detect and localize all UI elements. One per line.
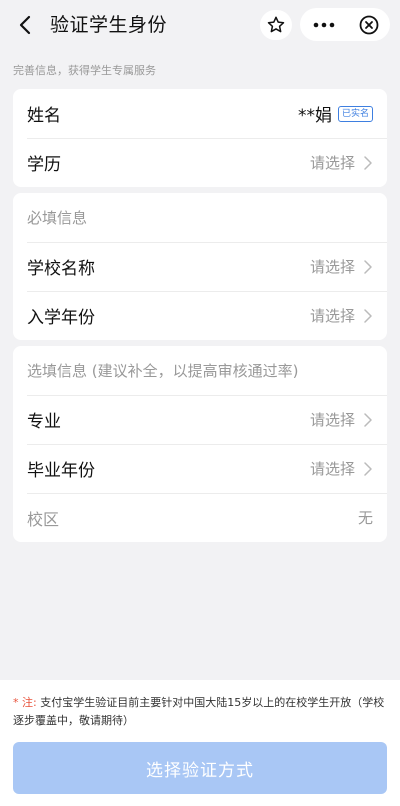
close-circle-icon [359,15,379,34]
chevron-right-icon [364,412,372,427]
notice-text: * 注: 支付宝学生验证目前主要针对中国大陆15岁以上的在校学生开放（学校逐步覆… [13,694,387,730]
close-button[interactable] [348,8,390,41]
education-label: 学历 [27,155,61,175]
required-section-header: 必填信息 [13,193,387,242]
grad-year-label: 毕业年份 [27,461,95,481]
name-value: **娟 [297,106,332,126]
optional-section-title: 选填信息 (建议补全，以提高审核通过率) [27,362,299,380]
enroll-year-row[interactable]: 入学年份 请选择 [13,291,387,340]
grad-year-row[interactable]: 毕业年份 请选择 [13,444,387,493]
name-label: 姓名 [27,106,61,126]
verified-badge: 已实名 [337,105,373,122]
school-label: 学校名称 [27,259,95,279]
chevron-right-icon [364,259,372,274]
major-label: 专业 [27,412,61,432]
notice-star: * 注: [13,696,37,709]
page-title: 验证学生身份 [50,14,168,36]
name-row: 姓名 **娟 已实名 [13,89,387,138]
star-icon [267,16,285,33]
grad-year-placeholder: 请选择 [309,460,355,478]
optional-section-header: 选填信息 (建议补全，以提高审核通过率) [13,346,387,395]
mini-program-capsule [300,8,390,41]
select-verification-button[interactable]: 选择验证方式 [13,742,387,794]
bottom-panel: * 注: 支付宝学生验证目前主要针对中国大陆15岁以上的在校学生开放（学校逐步覆… [0,680,400,806]
more-dots-icon [313,22,335,27]
optional-info-card: 选填信息 (建议补全，以提高审核通过率) 专业 请选择 毕业年份 请选择 校区 … [13,346,387,542]
major-row[interactable]: 专业 请选择 [13,395,387,444]
enroll-year-label: 入学年份 [27,308,95,328]
required-info-card: 必填信息 学校名称 请选择 入学年份 请选择 [13,193,387,340]
enroll-year-placeholder: 请选择 [309,307,355,325]
education-placeholder: 请选择 [309,154,355,172]
back-button[interactable] [14,12,36,38]
school-row[interactable]: 学校名称 请选择 [13,242,387,291]
nav-bar: 验证学生身份 [0,0,400,50]
school-placeholder: 请选择 [309,258,355,276]
chevron-right-icon [364,461,372,476]
campus-value: 无 [357,509,373,527]
chevron-right-icon [364,308,372,323]
form-hint: 完善信息，获得学生专属服务 [13,64,156,77]
major-placeholder: 请选择 [309,411,355,429]
chevron-left-icon [19,15,31,35]
education-row[interactable]: 学历 请选择 [13,138,387,187]
basic-info-card: 姓名 **娟 已实名 学历 请选择 [13,89,387,187]
chevron-right-icon [364,155,372,170]
favorite-button[interactable] [260,10,292,40]
more-button[interactable] [300,8,348,41]
campus-label: 校区 [27,509,60,529]
campus-row: 校区 无 [13,493,387,542]
notice-body: 支付宝学生验证目前主要针对中国大陆15岁以上的在校学生开放（学校逐步覆盖中，敬请… [13,696,385,727]
required-section-title: 必填信息 [27,209,88,227]
